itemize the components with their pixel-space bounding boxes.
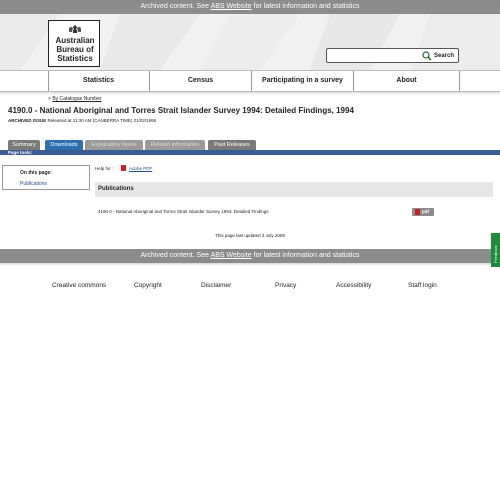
archived-issue-label: ARCHIVED ISSUE — [8, 118, 47, 123]
footer-link-staff-login[interactable]: Staff login — [408, 282, 437, 289]
publication-title: 4190.0 - National Aboriginal and Torres … — [98, 209, 269, 214]
feedback-tab[interactable]: Feedback — [491, 233, 500, 267]
abs-logo[interactable]: Australian Bureau of Statistics — [48, 20, 100, 67]
tab-related-information[interactable]: Related Information — [145, 140, 205, 150]
on-this-page-box: On this page: Publications — [2, 165, 90, 190]
search-button-label: Search — [434, 53, 455, 59]
footer-link-privacy[interactable]: Privacy — [275, 282, 296, 289]
banner-suffix: for latest information and statistics — [251, 3, 360, 10]
pdf-icon — [121, 165, 126, 171]
pdf-download-button[interactable]: pdf — [412, 208, 434, 216]
logo-line-1: Australian — [55, 36, 95, 45]
archive-banner-top: Archived content. See ABS Website for la… — [0, 0, 500, 14]
banner-prefix: Archived content. See — [140, 252, 211, 259]
logo-line-3: Statistics — [57, 54, 93, 63]
footer-shadow — [0, 263, 500, 266]
nav-shadow — [0, 92, 500, 95]
breadcrumb: > By Catalogue Number — [48, 96, 102, 102]
banner-prefix: Archived content. See — [140, 3, 211, 10]
release-text: Released at 11:30 AM (CANBERRA TIME) 21/… — [46, 118, 157, 123]
footer-link-accessibility[interactable]: Accessibility — [336, 282, 371, 289]
breadcrumb-link[interactable]: By Catalogue Number — [52, 96, 101, 102]
footer-link-disclaimer[interactable]: Disclaimer — [201, 282, 231, 289]
feedback-label: Feedback — [493, 245, 498, 263]
pdf-button-label: pdf — [422, 209, 429, 214]
main-nav: Statistics Census Participating in a sur… — [0, 70, 500, 92]
search-icon — [422, 51, 432, 61]
tab-downloads[interactable]: Downloads — [45, 140, 83, 150]
abs-website-link[interactable]: ABS Website — [211, 252, 252, 259]
nav-item-about[interactable]: About — [354, 71, 459, 91]
page-title: 4190.0 - National Aboriginal and Torres … — [8, 106, 354, 115]
banner-suffix: for latest information and statistics — [251, 252, 360, 259]
archive-banner-bottom: Archived content. See ABS Website for la… — [0, 249, 500, 263]
tab-past-releases[interactable]: Past Releases — [208, 140, 256, 150]
pdf-icon — [415, 209, 420, 215]
last-updated: This page last updated 3 July 2008 — [215, 233, 285, 238]
abs-website-link[interactable]: ABS Website — [211, 3, 252, 10]
publications-heading: Publications — [98, 186, 134, 192]
coat-of-arms-icon — [69, 25, 81, 33]
nav-item-census[interactable]: Census — [150, 71, 251, 91]
footer-link-copyright[interactable]: Copyright — [134, 282, 162, 289]
nav-divider — [459, 71, 460, 91]
logo-line-2: Bureau of — [56, 45, 94, 54]
nav-item-statistics[interactable]: Statistics — [48, 71, 149, 91]
tab-explanatory-notes[interactable]: Explanatory Notes — [85, 140, 143, 150]
page-tools-label: Page tools: — [8, 150, 33, 155]
help-label: Help for : — [95, 166, 114, 171]
nav-item-participating[interactable]: Participating in a survey — [252, 71, 353, 91]
tabs-underline-bar — [0, 150, 500, 155]
footer-link-creative-commons[interactable]: Creative commons — [52, 282, 106, 289]
on-this-page-publications-link[interactable]: Publications — [20, 181, 47, 187]
tab-summary[interactable]: Summary — [8, 140, 40, 150]
on-this-page-heading: On this page: — [20, 170, 52, 176]
publications-header: Publications — [95, 182, 493, 197]
release-info: ARCHIVED ISSUE Released at 11:30 AM (CAN… — [8, 118, 156, 123]
adobe-pdf-link[interactable]: Adobe PDF — [129, 166, 152, 171]
